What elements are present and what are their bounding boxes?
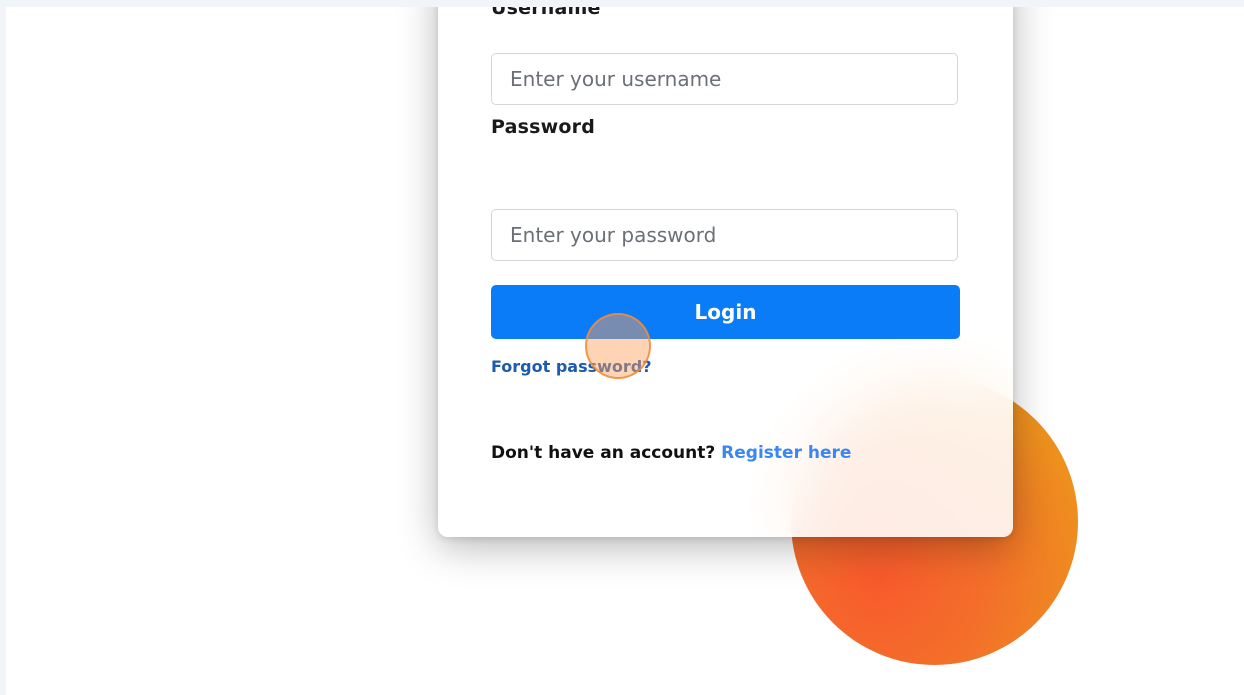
register-link[interactable]: Register here <box>721 443 851 463</box>
page-viewport: Username Enter your username Password En… <box>6 7 1244 695</box>
username-placeholder: Enter your username <box>510 67 722 91</box>
login-button[interactable]: Login <box>491 285 960 339</box>
password-input[interactable]: Enter your password <box>491 209 958 261</box>
register-prompt-text: Don't have an account? <box>491 443 716 463</box>
register-prompt-row: Don't have an account? Register here <box>491 443 851 463</box>
username-input[interactable]: Enter your username <box>491 53 958 105</box>
username-label: Username <box>491 7 601 19</box>
password-label: Password <box>491 116 596 138</box>
login-card: Username Enter your username Password En… <box>438 7 1013 537</box>
cursor-highlight <box>585 313 651 379</box>
password-placeholder: Enter your password <box>510 223 717 247</box>
